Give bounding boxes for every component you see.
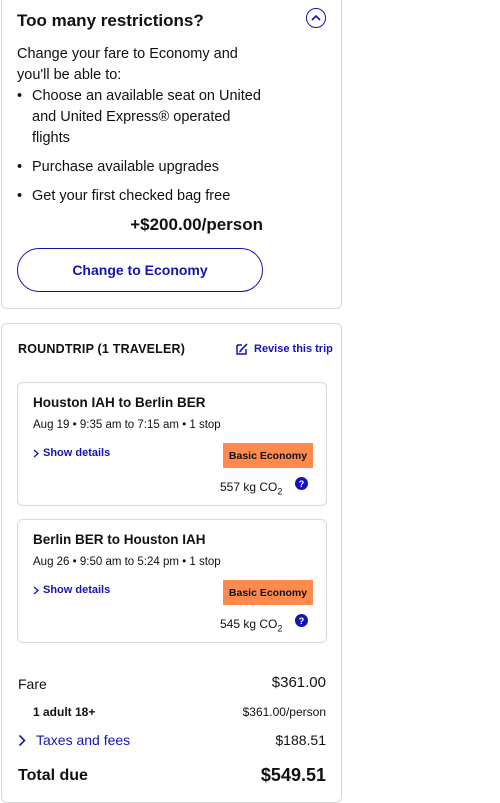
taxes-and-fees-toggle[interactable]: Taxes and fees — [18, 732, 130, 748]
chevron-right-icon — [18, 734, 26, 746]
total-due-value: $549.51 — [260, 765, 326, 785]
benefit-item: Purchase available upgrades — [17, 157, 267, 178]
upgrade-card: Too many restrictions? Change your fare … — [1, 0, 342, 309]
benefit-item: Get your first checked bag free — [17, 186, 267, 207]
chevron-right-icon — [33, 449, 39, 457]
taxes-and-fees-value: $188.51 — [275, 732, 326, 748]
total-due-label: Total due — [18, 767, 88, 784]
revise-trip-link[interactable]: Revise this trip — [235, 342, 333, 356]
flight-times: Aug 26 • 9:50 am to 5:24 pm • 1 stop — [33, 556, 221, 568]
edit-icon — [236, 343, 248, 355]
traveler-type-label: 1 adult 18+ — [33, 705, 96, 719]
help-icon[interactable]: ? — [295, 477, 308, 490]
taxes-and-fees-label: Taxes and fees — [36, 732, 131, 748]
show-details-link[interactable]: Show details — [33, 447, 110, 459]
trip-summary-title: ROUNDTRIP (1 TRAVELER) — [18, 342, 186, 356]
benefits-list: Choose an available seat on United and U… — [17, 86, 267, 215]
chevron-right-icon — [33, 586, 39, 594]
fare-class-badge: Basic Economy — [223, 580, 313, 605]
co2-emissions: 557 kg CO2 — [220, 480, 283, 497]
chevron-up-icon — [311, 14, 321, 21]
upgrade-intro: Change your fare to Economy and you'll b… — [17, 46, 238, 83]
show-details-link[interactable]: Show details — [33, 584, 110, 596]
revise-trip-label: Revise this trip — [254, 343, 333, 355]
help-icon[interactable]: ? — [295, 614, 308, 627]
upgrade-title: Too many restrictions? — [17, 11, 204, 30]
benefit-item: Choose an available seat on United and U… — [17, 86, 267, 149]
fare-value: $361.00 — [271, 674, 326, 691]
fare-class-badge: Basic Economy — [223, 443, 313, 468]
trip-summary-card: ROUNDTRIP (1 TRAVELER) Revise this trip … — [1, 323, 342, 803]
flight-route: Houston IAH to Berlin BER — [33, 395, 206, 410]
show-details-label: Show details — [43, 447, 111, 459]
flight-segment: Houston IAH to Berlin BER Aug 19 • 9:35 … — [17, 382, 327, 506]
flight-segment: Berlin BER to Houston IAH Aug 26 • 9:50 … — [17, 519, 327, 643]
fare-label: Fare — [18, 676, 47, 692]
flight-times: Aug 19 • 9:35 am to 7:15 am • 1 stop — [33, 419, 221, 431]
collapse-button[interactable] — [306, 8, 326, 28]
co2-emissions: 545 kg CO2 — [220, 617, 283, 634]
show-details-label: Show details — [43, 584, 111, 596]
flight-route: Berlin BER to Houston IAH — [33, 532, 206, 547]
price-difference: +$200.00/person — [130, 215, 263, 234]
change-to-economy-button[interactable]: Change to Economy — [17, 248, 263, 292]
per-person-price: $361.00/person — [242, 705, 326, 719]
